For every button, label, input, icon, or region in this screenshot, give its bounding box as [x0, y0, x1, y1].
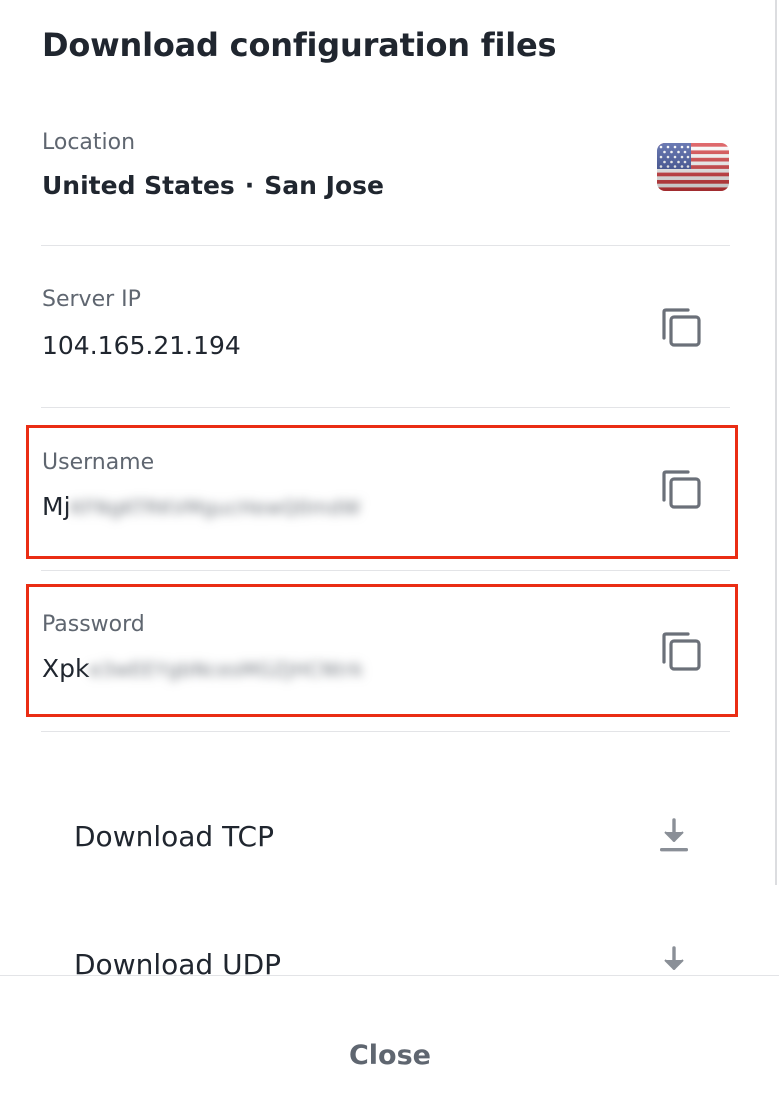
- copy-icon: [662, 632, 701, 671]
- password-label: Password: [42, 612, 145, 637]
- download-tcp-button[interactable]: Download TCP: [0, 800, 779, 880]
- location-value: United States · San Jose: [42, 171, 384, 200]
- download-udp-button[interactable]: Download UDP: [0, 928, 779, 975]
- download-udp-label: Download UDP: [74, 948, 282, 975]
- download-tcp-label: Download TCP: [74, 820, 274, 853]
- copy-server-ip-button[interactable]: [656, 302, 708, 354]
- location-separator: ·: [244, 171, 255, 200]
- copy-icon: [662, 470, 701, 509]
- password-highlight-box: [26, 584, 738, 717]
- close-button[interactable]: Close: [290, 1036, 490, 1076]
- location-country: United States: [42, 171, 235, 200]
- server-ip-label: Server IP: [42, 287, 141, 312]
- us-flag-icon: [657, 143, 729, 191]
- divider: [41, 570, 730, 571]
- password-value: Xpke3wEEYgbNcesMGZJHCNtrk: [42, 654, 364, 683]
- divider: [41, 731, 730, 732]
- copy-password-button[interactable]: [656, 626, 708, 678]
- scrollbar[interactable]: [775, 0, 777, 885]
- dialog-scroll-area[interactable]: Download configuration files Location Un…: [0, 0, 779, 975]
- dialog-footer: Close: [0, 975, 779, 1117]
- copy-icon: [662, 308, 701, 347]
- password-visible-prefix: Xpk: [42, 654, 90, 683]
- download-icon: [656, 816, 692, 856]
- location-label: Location: [42, 130, 136, 155]
- dialog-title: Download configuration files: [42, 26, 557, 64]
- username-redacted: KFNgKTRKVMgucHewQ0mdW: [70, 497, 361, 519]
- download-icon: [656, 944, 692, 975]
- server-ip-value: 104.165.21.194: [42, 331, 241, 360]
- divider: [41, 245, 730, 246]
- copy-username-button[interactable]: [656, 464, 708, 516]
- username-label: Username: [42, 450, 155, 475]
- config-files-dialog: Download configuration files Location Un…: [0, 0, 779, 1117]
- username-value: MjKFNgKTRKVMgucHewQ0mdW: [42, 492, 361, 521]
- username-visible-prefix: Mj: [42, 492, 71, 521]
- location-city: San Jose: [264, 171, 384, 200]
- password-redacted: e3wEEYgbNcesMGZJHCNtrk: [89, 659, 364, 681]
- divider: [41, 407, 730, 408]
